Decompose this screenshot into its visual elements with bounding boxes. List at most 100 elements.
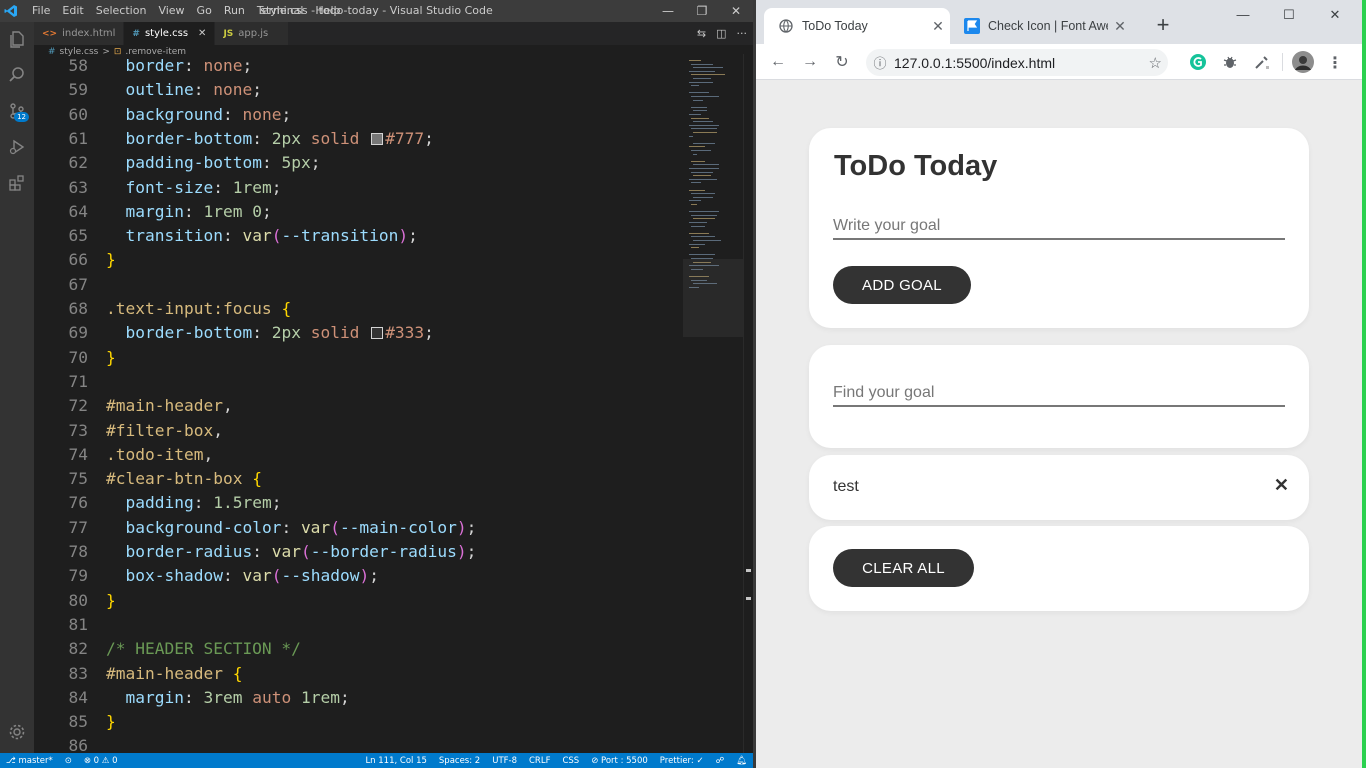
bookmark-star-icon[interactable]: ☆ <box>1149 54 1162 72</box>
bug-extension-icon[interactable] <box>1218 50 1242 74</box>
prettier-status[interactable]: Prettier: ✓ <box>654 756 710 766</box>
line-number: 60 <box>68 104 89 124</box>
code-text: font-size: 1rem; <box>125 177 282 197</box>
remove-item-icon[interactable]: ✕ <box>1274 475 1289 496</box>
line-number: 76 <box>68 493 89 513</box>
settings-gear-icon[interactable] <box>0 715 34 749</box>
minimap-viewport[interactable] <box>683 259 743 337</box>
minimap-line <box>693 99 703 101</box>
minimap-line <box>691 106 707 108</box>
minimap-line <box>693 121 713 123</box>
site-info-icon[interactable]: ⓘ <box>866 53 894 72</box>
app-title: ToDo Today <box>834 150 998 182</box>
forward-arrow-icon[interactable]: → <box>794 46 826 78</box>
menu-file[interactable]: File <box>26 0 56 22</box>
line-number: 65 <box>68 226 89 246</box>
browser-tab-title: ToDo Today <box>802 19 868 33</box>
more-actions-icon[interactable]: ··· <box>737 27 748 40</box>
code-text: transition: var(--transition); <box>125 226 418 246</box>
language-mode[interactable]: CSS <box>556 756 585 766</box>
close-button[interactable]: ✕ <box>719 0 753 22</box>
live-server-port[interactable]: ⊘ Port : 5500 <box>585 756 654 766</box>
minimap-line <box>691 128 717 130</box>
goal-input[interactable] <box>833 214 1285 240</box>
tab-app-js[interactable]: JS app.js <box>215 22 290 45</box>
menu-selection[interactable]: Selection <box>90 0 153 22</box>
menu-help[interactable]: Help <box>309 0 346 22</box>
filter-input[interactable] <box>833 381 1285 407</box>
browser-tab-todo[interactable]: ToDo Today ✕ <box>764 8 950 44</box>
line-number: 62 <box>68 153 89 173</box>
tab-close-icon[interactable]: ✕ <box>926 18 950 35</box>
back-arrow-icon[interactable]: ← <box>762 46 794 78</box>
cursor-position[interactable]: Ln 111, Col 15 <box>359 756 432 766</box>
grammarly-icon[interactable] <box>1186 50 1210 74</box>
problems-count[interactable]: ⊗ 0 ⚠ 0 <box>78 756 124 766</box>
line-number: 77 <box>68 517 89 537</box>
explorer-icon[interactable] <box>0 22 34 56</box>
new-tab-button[interactable]: + <box>1149 12 1177 40</box>
maximize-button[interactable]: ❐ <box>685 0 719 22</box>
todo-item-text: test <box>833 478 859 495</box>
menu-view[interactable]: View <box>152 0 190 22</box>
minimap-line <box>691 74 725 76</box>
line-number: 58 <box>68 56 89 75</box>
tab-index-html[interactable]: <> index.html <box>34 22 125 45</box>
minimap-line <box>691 96 719 97</box>
split-editor-icon[interactable]: ◫ <box>716 27 726 40</box>
code-text: box-shadow: var(--shadow); <box>125 566 379 586</box>
run-debug-icon[interactable] <box>0 130 34 164</box>
line-number: 84 <box>68 687 89 707</box>
extensions-icon[interactable] <box>0 166 34 200</box>
vscode-window: File Edit Selection View Go Run Terminal… <box>0 0 753 768</box>
browser-toolbar: ← → ↻ ⓘ 127.0.0.1:5500/index.html ☆ ⋮ <box>756 44 1362 80</box>
git-branch[interactable]: ⎇ master* <box>0 756 59 766</box>
menu-run[interactable]: Run <box>218 0 251 22</box>
source-control-icon[interactable]: 12 <box>0 94 34 128</box>
profile-avatar[interactable] <box>1291 50 1315 74</box>
editor-tabs: <> index.html # style.css ✕ JS app.js ⇆ … <box>34 22 753 45</box>
editor-scrollbar[interactable] <box>743 54 753 753</box>
line-number: 72 <box>68 396 89 416</box>
feedback-icon[interactable]: ☍ <box>710 756 731 766</box>
chrome-menu-icon[interactable]: ⋮ <box>1323 50 1347 74</box>
close-button[interactable]: ✕ <box>1312 0 1358 30</box>
minimize-button[interactable]: — <box>1220 0 1266 30</box>
browser-tab-fontawesome[interactable]: Check Icon | Font Awesome ✕ <box>950 8 1132 44</box>
menu-edit[interactable]: Edit <box>56 0 89 22</box>
line-number: 82 <box>68 639 89 659</box>
line-number: 69 <box>68 323 89 343</box>
activity-bar: 12 <box>0 22 34 753</box>
line-ending[interactable]: CRLF <box>523 756 556 766</box>
search-icon[interactable] <box>0 58 34 92</box>
code-text: border-bottom: 2px solid #777; <box>125 128 434 148</box>
browser-tab-strip: ToDo Today ✕ Check Icon | Font Awesome ✕… <box>756 0 1362 44</box>
browser-tab-title: Check Icon | Font Awesome <box>988 19 1108 33</box>
todo-item: test ✕ <box>809 455 1309 520</box>
minimap-line <box>691 171 713 173</box>
address-bar[interactable]: ⓘ 127.0.0.1:5500/index.html ☆ <box>866 49 1168 76</box>
minimap[interactable] <box>683 54 743 753</box>
notifications-bell-icon[interactable]: 🔔︎ <box>730 756 753 766</box>
minimap-line <box>691 204 697 205</box>
eyedropper-icon[interactable] <box>1250 50 1274 74</box>
indentation[interactable]: Spaces: 2 <box>433 756 486 766</box>
code-editor[interactable]: 58 border: none; 59 outline: none; 60 back… <box>34 54 680 753</box>
menu-go[interactable]: Go <box>191 0 218 22</box>
encoding[interactable]: UTF-8 <box>486 756 523 766</box>
minimap-line <box>693 164 719 166</box>
clear-all-button[interactable]: CLEAR ALL <box>833 549 974 587</box>
code-text: #clear-btn-box { <box>106 469 262 489</box>
sync-icon[interactable]: ⊙ <box>59 756 78 766</box>
minimize-button[interactable]: — <box>651 0 685 22</box>
code-text: .text-input:focus { <box>106 299 292 318</box>
tab-close-icon[interactable]: ✕ <box>1108 18 1132 35</box>
reload-icon[interactable]: ↻ <box>826 46 858 78</box>
add-goal-button[interactable]: ADD GOAL <box>833 266 971 304</box>
compare-icon[interactable]: ⇆ <box>697 27 706 40</box>
tab-close-icon[interactable]: ✕ <box>198 28 206 39</box>
tab-style-css[interactable]: # style.css ✕ <box>124 22 216 45</box>
minimap-line <box>693 175 711 177</box>
menu-terminal[interactable]: Terminal <box>251 0 310 22</box>
maximize-button[interactable]: ☐ <box>1266 0 1312 30</box>
